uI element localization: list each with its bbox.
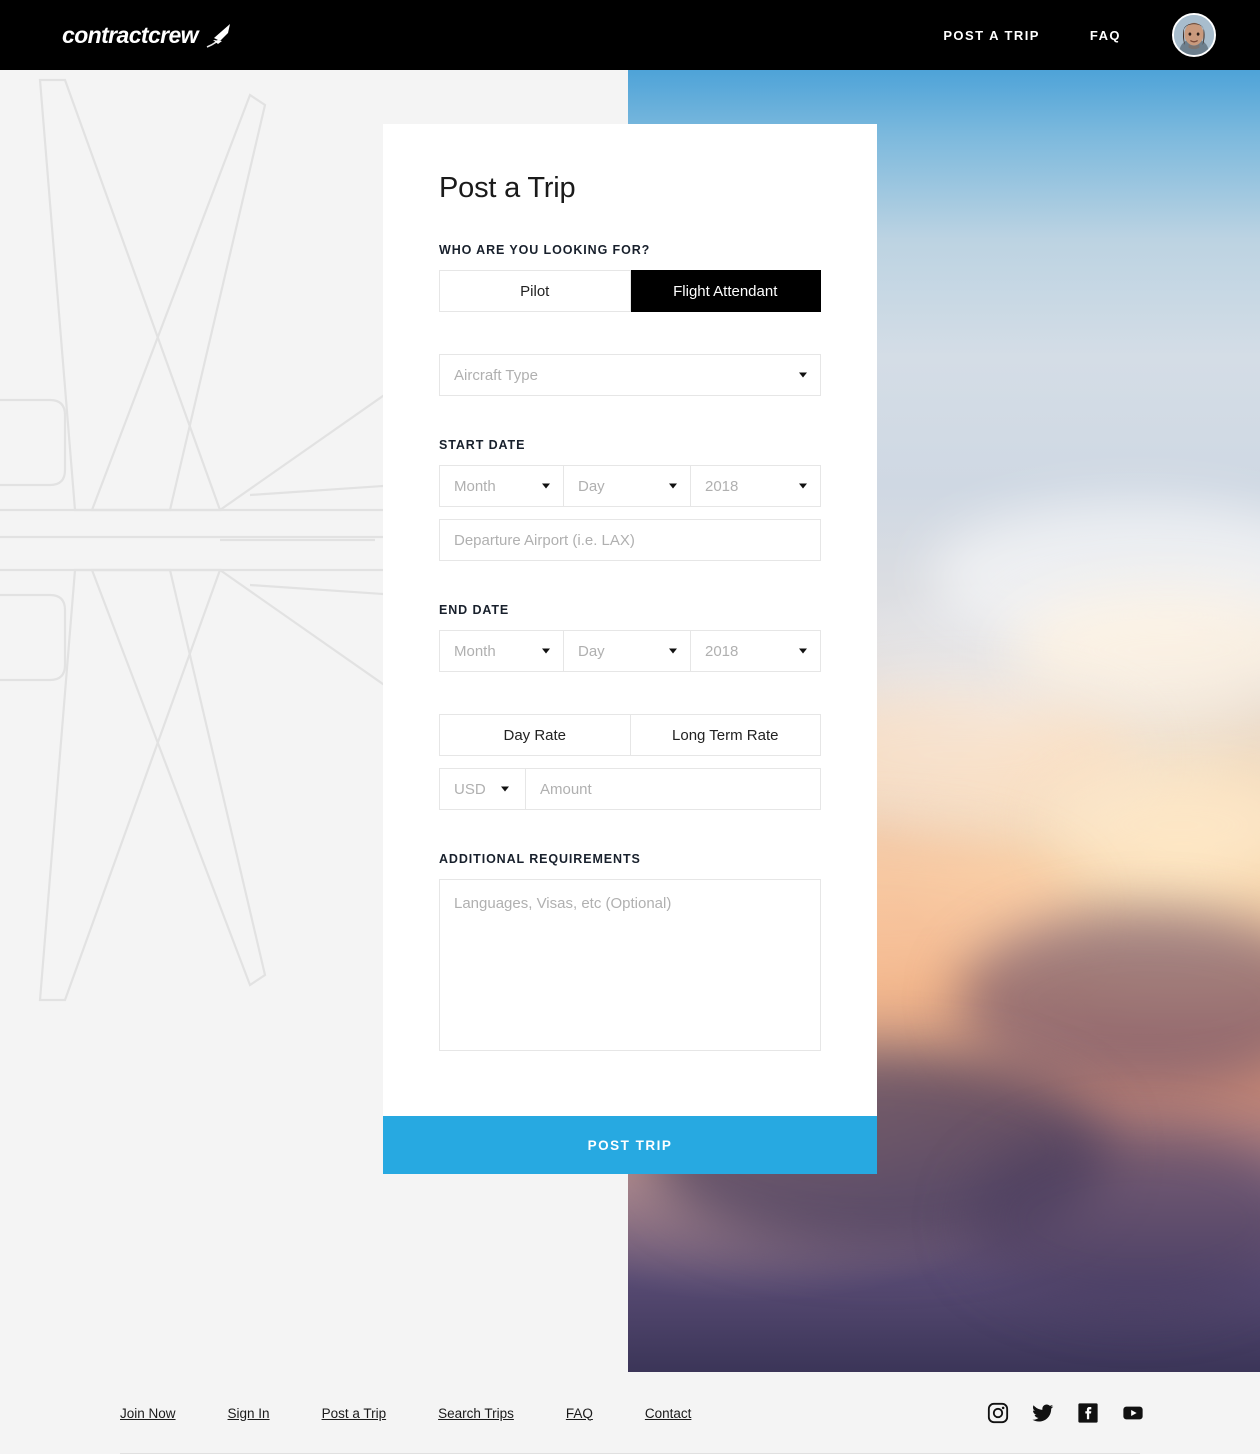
footer-links: Join Now Sign In Post a Trip Search Trip…	[120, 1406, 743, 1421]
logo-text: contractcrew	[62, 21, 199, 48]
end-date-year-select[interactable]: 2018	[690, 630, 821, 672]
chevron-down-icon	[542, 648, 550, 654]
chevron-down-icon	[669, 483, 677, 489]
start-month-value: Month	[454, 477, 496, 495]
chevron-down-icon	[799, 648, 807, 654]
role-field-label: WHO ARE YOU LOOKING FOR?	[439, 243, 651, 257]
footer-sign-in[interactable]: Sign In	[228, 1406, 270, 1421]
footer-search-trips[interactable]: Search Trips	[438, 1406, 514, 1421]
end-month-value: Month	[454, 642, 496, 660]
chevron-down-icon	[669, 648, 677, 654]
start-date-row: Month Day 2018	[439, 465, 821, 507]
role-option-flight-attendant[interactable]: Flight Attendant	[630, 270, 821, 312]
amount-input[interactable]	[525, 768, 821, 810]
end-date-month-select[interactable]: Month	[439, 630, 563, 672]
start-date-month-select[interactable]: Month	[439, 465, 563, 507]
footer-join-now[interactable]: Join Now	[120, 1406, 176, 1421]
end-date-day-select[interactable]: Day	[563, 630, 690, 672]
currency-select[interactable]: USD	[439, 768, 525, 810]
role-option-pilot[interactable]: Pilot	[439, 270, 631, 312]
post-trip-form-card: Post a Trip WHO ARE YOU LOOKING FOR? Pil…	[383, 124, 877, 1174]
chevron-down-icon	[799, 483, 807, 489]
aircraft-type-select[interactable]: Aircraft Type	[439, 354, 821, 396]
start-date-year-select[interactable]: 2018	[690, 465, 821, 507]
form-body: Post a Trip WHO ARE YOU LOOKING FOR? Pil…	[383, 124, 877, 1116]
departure-airport-input[interactable]	[439, 519, 821, 561]
footer-contact[interactable]: Contact	[645, 1406, 692, 1421]
aircraft-type-value: Aircraft Type	[454, 366, 538, 384]
twitter-icon[interactable]	[1032, 1402, 1054, 1424]
footer-post-a-trip[interactable]: Post a Trip	[322, 1406, 387, 1421]
start-date-label: START DATE	[439, 438, 526, 452]
user-avatar[interactable]	[1172, 13, 1216, 57]
facebook-icon[interactable]	[1077, 1402, 1099, 1424]
amount-row: USD	[439, 768, 821, 810]
additional-requirements-textarea[interactable]	[439, 879, 821, 1051]
end-date-label: END DATE	[439, 603, 510, 617]
chevron-down-icon	[799, 372, 807, 378]
site-logo[interactable]: contractcrew	[62, 17, 232, 53]
rate-option-day-rate[interactable]: Day Rate	[439, 714, 631, 756]
instagram-icon[interactable]	[987, 1402, 1009, 1424]
avatar-photo-icon	[1174, 15, 1214, 55]
start-day-value: Day	[578, 477, 605, 495]
social-links	[987, 1402, 1144, 1424]
page-title: Post a Trip	[439, 172, 576, 204]
end-date-row: Month Day 2018	[439, 630, 821, 672]
start-date-day-select[interactable]: Day	[563, 465, 690, 507]
end-day-value: Day	[578, 642, 605, 660]
nav-faq[interactable]: FAQ	[1065, 28, 1146, 43]
chevron-down-icon	[542, 483, 550, 489]
start-year-value: 2018	[705, 477, 739, 495]
top-navigation-bar: contractcrew POST A TRIP FAQ	[0, 0, 1260, 70]
end-year-value: 2018	[705, 642, 739, 660]
post-a-trip-page: contractcrew POST A TRIP FAQ Post a Trip…	[0, 0, 1260, 1454]
nav-post-a-trip[interactable]: POST A TRIP	[918, 28, 1065, 43]
site-footer: Join Now Sign In Post a Trip Search Trip…	[0, 1372, 1260, 1454]
airplane-swoosh-icon	[194, 20, 232, 50]
footer-faq[interactable]: FAQ	[566, 1406, 593, 1421]
chevron-down-icon	[501, 786, 509, 792]
currency-value: USD	[454, 780, 486, 798]
role-toggle-group: Pilot Flight Attendant	[439, 270, 821, 312]
rate-toggle-group: Day Rate Long Term Rate	[439, 714, 821, 756]
rate-option-long-term-rate[interactable]: Long Term Rate	[630, 714, 821, 756]
post-trip-button[interactable]: POST TRIP	[383, 1116, 877, 1174]
youtube-icon[interactable]	[1122, 1402, 1144, 1424]
nav-links: POST A TRIP FAQ	[918, 0, 1236, 70]
additional-requirements-label: ADDITIONAL REQUIREMENTS	[439, 852, 641, 866]
